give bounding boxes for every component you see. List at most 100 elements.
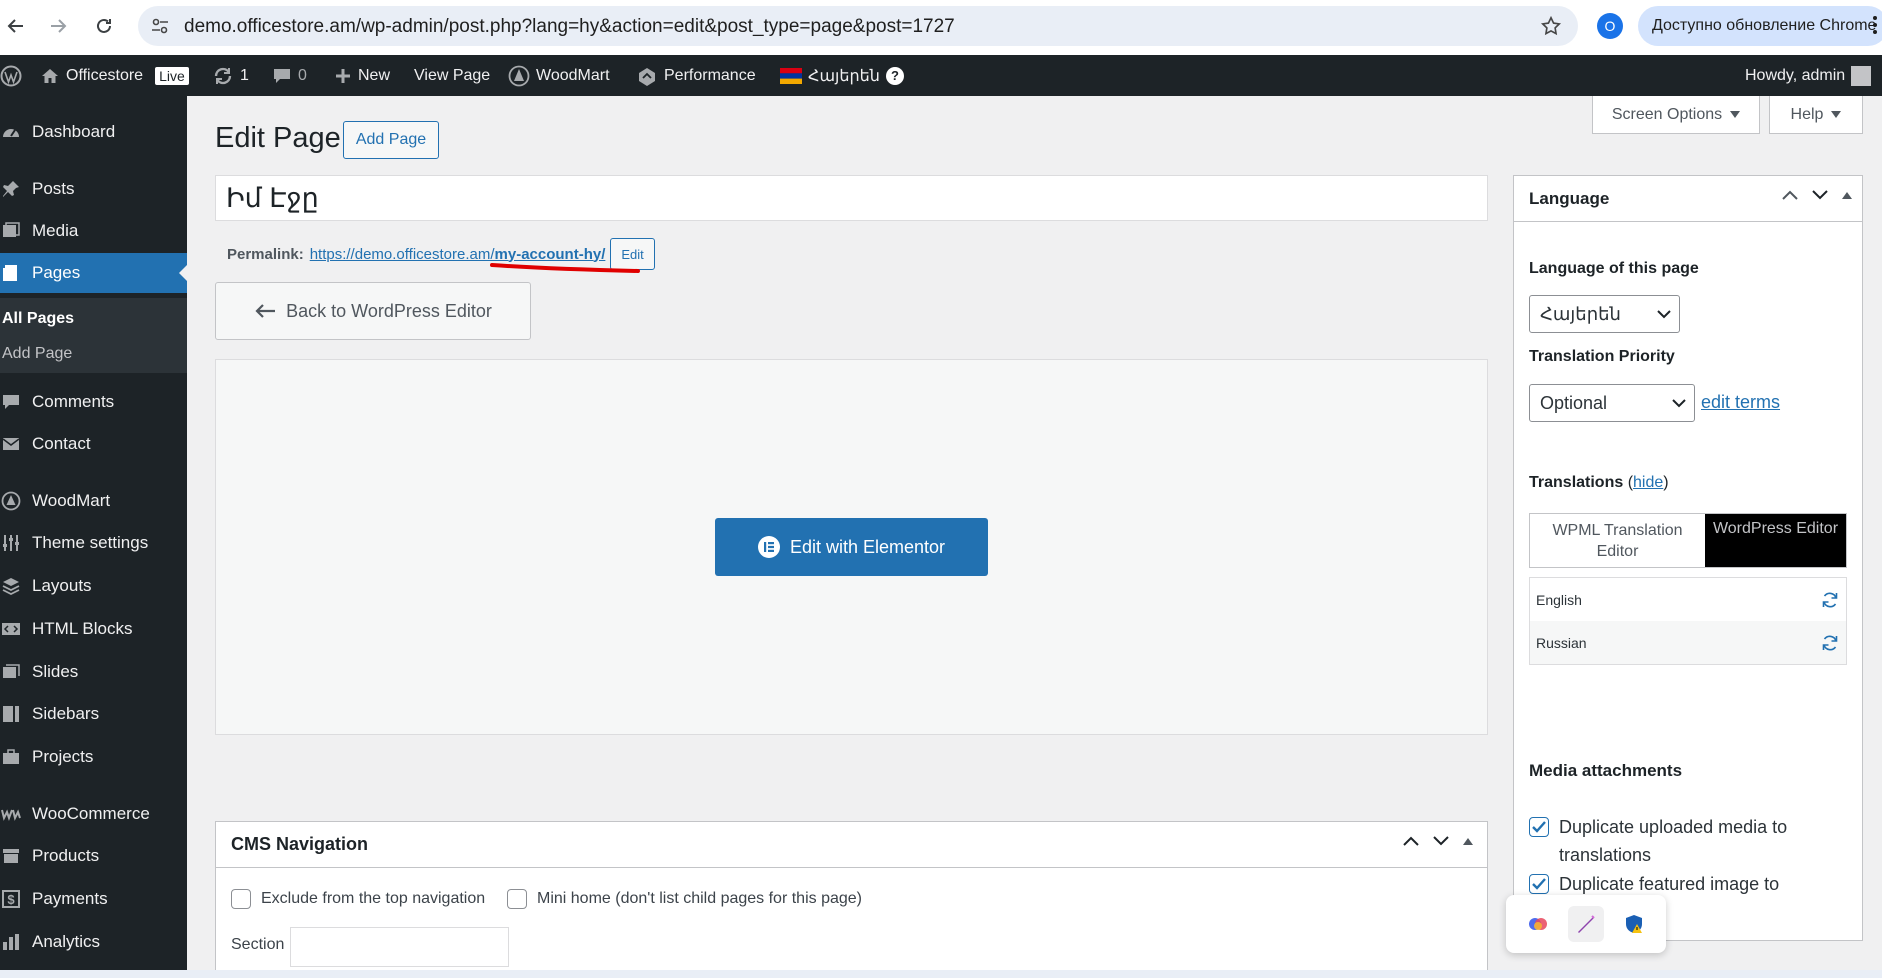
- sidebar-item-media[interactable]: Media: [0, 211, 187, 251]
- edit-terms-link[interactable]: edit terms: [1701, 392, 1780, 413]
- view-page-link[interactable]: View Page: [414, 55, 490, 96]
- refresh-icon[interactable]: [1820, 590, 1840, 610]
- chevron-down-icon[interactable]: [1433, 836, 1449, 846]
- chrome-update-button[interactable]: Доступно обновление Chrome: [1638, 6, 1882, 46]
- submenu-add-page[interactable]: Add Page: [2, 345, 72, 363]
- post-title-input[interactable]: Իմ Էջը: [215, 175, 1488, 221]
- home-icon: [40, 66, 60, 86]
- language-name: English: [1536, 591, 1582, 608]
- svg-text:$: $: [7, 892, 15, 907]
- tab-wordpress-editor[interactable]: WordPress Editor: [1705, 514, 1846, 567]
- sidebar-item-html-blocks[interactable]: HTML Blocks: [0, 609, 187, 649]
- forward-arrow-icon[interactable]: [46, 14, 70, 38]
- more-menu-icon[interactable]: [1872, 14, 1878, 36]
- sidebar-item-posts[interactable]: Posts: [0, 169, 187, 209]
- updates-icon: [212, 66, 234, 86]
- address-bar[interactable]: demo.officestore.am/wp-admin/post.php?la…: [138, 6, 1578, 46]
- screen-options-button[interactable]: Screen Options: [1592, 96, 1760, 134]
- language-of-page-label: Language of this page: [1529, 260, 1699, 277]
- back-arrow-icon[interactable]: [4, 14, 28, 38]
- chevron-down-icon[interactable]: [1812, 190, 1828, 200]
- hide-link[interactable]: hide: [1633, 474, 1663, 491]
- sidebar-item-analytics[interactable]: Analytics: [0, 922, 187, 962]
- mini-home-option[interactable]: Mini home (don't list child pages for th…: [507, 889, 862, 909]
- duplicate-featured-option[interactable]: Duplicate featured image to: [1529, 870, 1849, 898]
- translation-priority-label: Translation Priority: [1529, 348, 1675, 365]
- my-account-link[interactable]: Howdy, admin: [1745, 55, 1872, 96]
- sidebar-item-woodmart[interactable]: WoodMart: [0, 481, 187, 521]
- translation-row-english[interactable]: English: [1530, 578, 1846, 621]
- arrow-left-icon: [254, 303, 276, 319]
- cms-navigation-header: CMS Navigation: [216, 822, 1487, 868]
- sidebar-item-slides[interactable]: Slides: [0, 652, 187, 692]
- language-switcher[interactable]: Հայերեն ?: [780, 55, 904, 96]
- sidebar-item-label: HTML Blocks: [32, 619, 133, 638]
- reload-icon[interactable]: [92, 14, 116, 38]
- sidebar-item-pages[interactable]: Pages: [0, 253, 187, 293]
- sidebar-item-dashboard[interactable]: Dashboard: [0, 112, 187, 152]
- woodmart-link[interactable]: WoodMart: [508, 55, 610, 96]
- exclude-nav-checkbox[interactable]: [231, 889, 251, 909]
- help-button[interactable]: Help: [1769, 96, 1863, 134]
- duplicate-media-checkbox[interactable]: [1529, 817, 1549, 837]
- performance-link[interactable]: Performance: [636, 55, 756, 96]
- language-box-header: Language: [1514, 176, 1862, 222]
- comments-link[interactable]: 0: [272, 55, 307, 96]
- sidebar-item-comments[interactable]: Comments: [0, 382, 187, 422]
- language-select[interactable]: Հայերեն: [1529, 295, 1680, 333]
- cms-navigation-box: CMS Navigation Exclude from the top navi…: [215, 821, 1488, 978]
- sidebar-icon: [0, 703, 22, 725]
- sidebar-item-woocommerce[interactable]: WooCommerce: [0, 794, 187, 834]
- view-page-label: View Page: [414, 66, 491, 84]
- sidebar-item-projects[interactable]: Projects: [0, 737, 187, 777]
- updates-link[interactable]: 1: [212, 55, 249, 96]
- help-label: Help: [1790, 105, 1824, 123]
- chevron-down-icon: [1657, 309, 1671, 319]
- pages-submenu: All Pages Add Page: [0, 298, 187, 373]
- back-to-wordpress-editor-button[interactable]: Back to WordPress Editor: [215, 282, 531, 340]
- add-page-button[interactable]: Add Page: [343, 121, 439, 159]
- collapse-triangle-icon[interactable]: [1842, 191, 1852, 199]
- duplicate-featured-checkbox[interactable]: [1529, 874, 1549, 894]
- sidebar-item-products[interactable]: Products: [0, 836, 187, 876]
- sidebar-item-label: Layouts: [32, 576, 92, 595]
- dashboard-icon: [0, 121, 22, 143]
- refresh-icon[interactable]: [1820, 633, 1840, 653]
- sidebar-item-label: Analytics: [32, 932, 101, 951]
- browser-toolbar: demo.officestore.am/wp-admin/post.php?la…: [0, 0, 1882, 55]
- section-input[interactable]: [290, 927, 509, 967]
- wordpress-logo-icon[interactable]: [0, 55, 22, 96]
- mini-home-checkbox[interactable]: [507, 889, 527, 909]
- priority-select[interactable]: Optional: [1529, 384, 1695, 422]
- copilot-icon[interactable]: [1520, 906, 1556, 942]
- site-name-link[interactable]: Officestore Live: [40, 55, 189, 96]
- sidebar-item-label: WoodMart: [32, 491, 111, 510]
- site-settings-icon[interactable]: [150, 16, 170, 36]
- edit-with-elementor-button[interactable]: Edit with Elementor: [715, 518, 988, 576]
- sidebar-item-label: Dashboard: [32, 122, 116, 141]
- duplicate-media-option[interactable]: Duplicate uploaded media to translations: [1529, 813, 1849, 869]
- bookmark-star-icon[interactable]: [1540, 15, 1562, 37]
- tab-wpml-translation-editor[interactable]: WPML Translation Editor: [1530, 514, 1705, 567]
- media-icon: [0, 220, 22, 242]
- sidebar-item-contact[interactable]: Contact: [0, 424, 187, 464]
- sidebar-item-sidebars[interactable]: Sidebars: [0, 694, 187, 734]
- chevron-up-icon[interactable]: [1782, 190, 1798, 200]
- new-content-link[interactable]: New: [334, 55, 390, 96]
- chevron-up-icon[interactable]: [1403, 836, 1419, 846]
- mail-icon: [0, 433, 22, 455]
- updates-count: 1: [240, 66, 249, 84]
- sidebar-item-theme-settings[interactable]: Theme settings: [0, 523, 187, 563]
- comment-icon: [0, 391, 22, 413]
- submenu-all-pages[interactable]: All Pages: [2, 310, 74, 328]
- editor-tabs: WPML Translation Editor WordPress Editor: [1529, 513, 1847, 568]
- shield-warning-icon[interactable]: [1616, 906, 1652, 942]
- exclude-nav-option[interactable]: Exclude from the top navigation: [231, 889, 485, 909]
- sidebar-item-payments[interactable]: $ Payments: [0, 879, 187, 919]
- pen-icon[interactable]: [1568, 906, 1604, 942]
- page-icon: [0, 262, 22, 284]
- collapse-triangle-icon[interactable]: [1463, 837, 1473, 845]
- sidebar-item-layouts[interactable]: Layouts: [0, 566, 187, 606]
- translation-row-russian[interactable]: Russian: [1530, 621, 1846, 664]
- profile-avatar[interactable]: O: [1597, 13, 1623, 39]
